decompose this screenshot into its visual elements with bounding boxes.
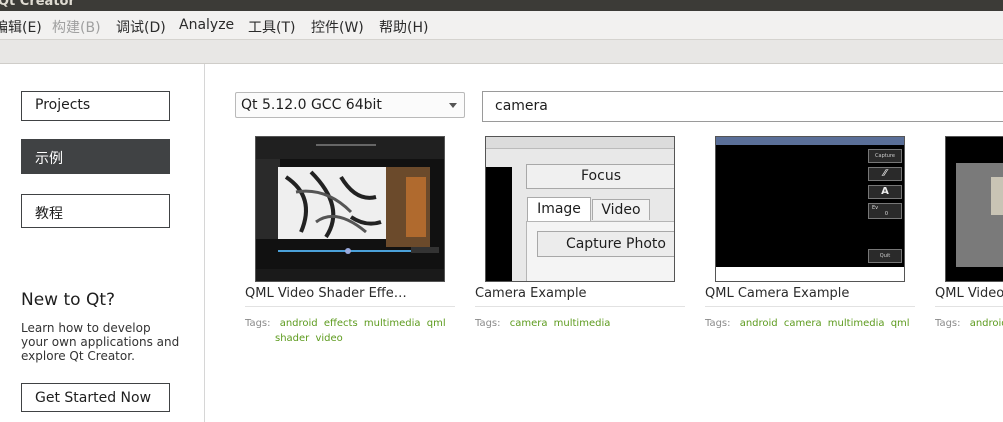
example-thumbnail[interactable] — [945, 136, 1003, 282]
example-tags: Tags: android camera multimedia qml — [705, 316, 915, 331]
example-tags: Tags: camera multimedia — [475, 316, 685, 331]
example-tags: Tags: android effects multimedia qml sha… — [245, 316, 455, 346]
menu-analyze[interactable]: Analyze — [179, 17, 234, 33]
tag-link[interactable]: camera — [784, 318, 822, 329]
thumb-footer — [716, 267, 904, 281]
tag-link[interactable]: android — [970, 318, 1003, 329]
menu-widgets[interactable]: 控件(W) — [311, 17, 364, 37]
thumb-video-tab: Video — [592, 199, 650, 220]
tag-link[interactable]: multimedia — [554, 318, 611, 329]
thumb-quit-button: Quit — [868, 249, 902, 263]
example-title[interactable]: QML Camera Example — [705, 286, 915, 307]
menu-edit[interactable]: 编辑(E) — [0, 17, 42, 37]
thumb-titlebar — [486, 137, 674, 149]
search-input[interactable]: camera — [482, 91, 1003, 122]
thumb-capture-button: Capture — [868, 149, 902, 163]
window-title: Qt Creator — [0, 0, 75, 9]
get-started-button[interactable]: Get Started Now — [21, 383, 170, 412]
example-tags: Tags: android — [935, 316, 1003, 331]
tags-label: Tags: — [705, 318, 731, 329]
tag-link[interactable]: camera — [510, 318, 548, 329]
video-shader-thumbnail-image — [256, 137, 444, 269]
examples-button[interactable]: 示例 — [21, 139, 170, 174]
tag-link[interactable]: multimedia — [828, 318, 885, 329]
tag-link[interactable]: shader — [275, 333, 309, 344]
thumb-ev-label: Ev — [872, 205, 879, 211]
tags-label: Tags: — [475, 318, 501, 329]
tags-label: Tags: — [935, 318, 961, 329]
qt-kit-select[interactable]: Qt 5.12.0 GCC 64bit — [235, 92, 465, 118]
tag-link[interactable]: multimedia — [364, 318, 421, 329]
menu-help[interactable]: 帮助(H) — [379, 17, 428, 37]
menu-tools[interactable]: 工具(T) — [248, 17, 295, 37]
tag-link[interactable]: effects — [324, 318, 358, 329]
example-card[interactable]: QML Video Tags: android — [935, 136, 1003, 346]
example-thumbnail[interactable]: Focus Image Video Capture Photo — [485, 136, 675, 282]
example-thumbnail[interactable] — [255, 136, 445, 282]
example-title[interactable]: QML Video Shader Effe… — [245, 286, 455, 307]
tags-label: Tags: — [245, 318, 271, 329]
example-title[interactable]: QML Video — [935, 286, 1003, 307]
thumb-ev-value: 0 — [884, 211, 889, 217]
chevron-down-icon — [449, 103, 457, 108]
thumb-flash-button: ⁄⁄ — [868, 167, 902, 181]
example-title[interactable]: Camera Example — [475, 286, 685, 307]
menu-debug[interactable]: 调试(D) — [116, 17, 166, 37]
qt-kit-selected-value: Qt 5.12.0 GCC 64bit — [241, 97, 382, 113]
tutorials-button[interactable]: 教程 — [21, 194, 170, 228]
window-titlebar: Qt Creator — [0, 0, 1003, 11]
search-input-value: camera — [495, 98, 548, 114]
menu-build[interactable]: 构建(B) — [52, 17, 101, 37]
example-card[interactable]: Capture ⁄⁄ A Ev 0 Quit QML Camera Exampl… — [705, 136, 925, 346]
tag-link[interactable]: android — [740, 318, 778, 329]
example-card[interactable]: QML Video Shader Effe… Tags: android eff… — [245, 136, 465, 346]
thumb-image-tab: Image — [527, 197, 591, 221]
welcome-sidebar: Projects 示例 教程 New to Qt? Learn how to d… — [0, 64, 205, 422]
new-to-qt-description: Learn how to develop your own applicatio… — [21, 321, 180, 363]
tag-link[interactable]: qml — [427, 318, 446, 329]
menubar: 编辑(E) 构建(B) 调试(D) Analyze 工具(T) 控件(W) 帮助… — [0, 11, 1003, 40]
thumb-focus-button: Focus — [526, 164, 674, 189]
tag-link[interactable]: video — [315, 333, 342, 344]
new-to-qt-heading: New to Qt? — [21, 290, 116, 310]
toolbar — [0, 40, 1003, 64]
thumb-titlebar — [716, 137, 904, 145]
tag-link[interactable]: android — [280, 318, 318, 329]
thumb-capture-button: Capture Photo — [537, 231, 674, 257]
example-thumbnail[interactable]: Capture ⁄⁄ A Ev 0 Quit — [715, 136, 905, 282]
projects-button[interactable]: Projects — [21, 91, 170, 121]
tag-link[interactable]: qml — [891, 318, 910, 329]
thumb-viewfinder — [486, 167, 512, 281]
example-card[interactable]: Focus Image Video Capture Photo Camera E… — [475, 136, 695, 346]
thumb-ev-button: Ev 0 — [868, 203, 902, 219]
examples-panel: Qt 5.12.0 GCC 64bit camera QML Video Sha… — [206, 64, 1003, 422]
thumb-a-button: A — [868, 185, 902, 199]
thumb-video-highlight — [991, 177, 1003, 215]
